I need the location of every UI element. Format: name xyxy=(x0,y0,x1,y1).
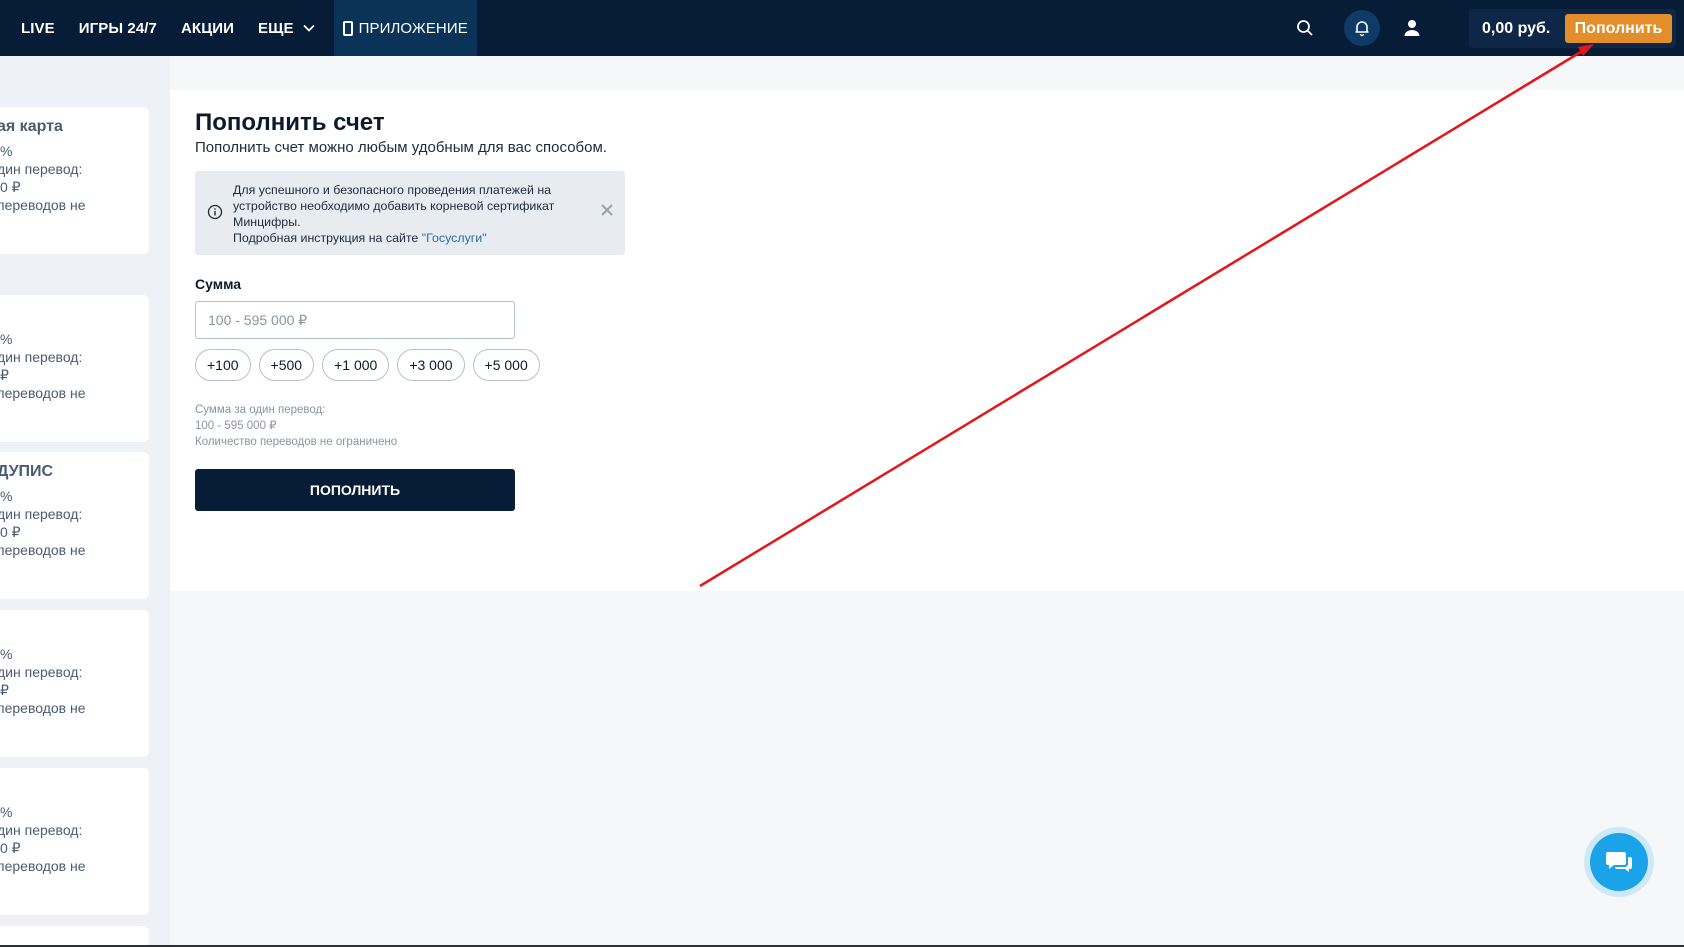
support-chat-button[interactable] xyxy=(1584,827,1654,897)
notice-line: Для успешного и безопасного проведения п… xyxy=(233,183,555,229)
payment-method-fee: % xyxy=(0,488,13,504)
nav-promotions[interactable]: АКЦИИ xyxy=(169,0,246,56)
quick-amount-chip[interactable]: +3 000 xyxy=(397,349,465,381)
nav-more[interactable]: ЕЩЕ xyxy=(246,0,328,56)
notice-text: Для успешного и безопасного проведения п… xyxy=(233,182,573,246)
search-icon xyxy=(1297,20,1313,36)
payment-method-card[interactable]: ая карта % дин перевод: 0 ₽ переводов не xyxy=(0,107,149,254)
payment-method-limit: ₽ xyxy=(0,682,9,698)
payment-method-limit: ₽ xyxy=(0,367,9,383)
payment-method-card[interactable]: % дин перевод: ₽ переводов не xyxy=(0,610,149,757)
top-navigation-bar: LIVE ИГРЫ 24/7 АКЦИИ ЕЩЕ ПРИЛОЖЕНИЕ 0,00… xyxy=(0,0,1684,56)
payment-method-fee: % xyxy=(0,804,13,820)
chevron-down-icon xyxy=(302,24,315,32)
payment-method-fee: % xyxy=(0,331,13,347)
quick-amount-chip[interactable]: +100 xyxy=(195,349,251,381)
nav-games[interactable]: ИГРЫ 24/7 xyxy=(67,0,169,56)
payment-method-card[interactable]: % дин перевод: 0 ₽ переводов не xyxy=(0,768,149,915)
main-nav: LIVE ИГРЫ 24/7 АКЦИИ ЕЩЕ ПРИЛОЖЕНИЕ xyxy=(0,0,477,56)
limit-range: 100 - 595 000 ₽ xyxy=(195,420,277,432)
deposit-submit-button[interactable]: ПОПОЛНИТЬ xyxy=(195,469,515,511)
quick-amount-chip[interactable]: +5 000 xyxy=(472,349,540,381)
balance-widget: 0,00 руб. Пополнить xyxy=(1469,9,1676,48)
payment-method-limit: 0 ₽ xyxy=(0,840,21,856)
quick-amount-chip[interactable]: +1 000 xyxy=(322,349,390,381)
transfer-limits: Сумма за один перевод: 100 - 595 000 ₽ К… xyxy=(195,402,397,450)
payment-method-fee: % xyxy=(0,646,13,662)
payment-method-card[interactable] xyxy=(0,926,149,947)
payment-method-count: переводов не xyxy=(0,385,86,401)
header-topup-button[interactable]: Пополнить xyxy=(1565,14,1672,43)
payment-method-title: ая карта xyxy=(0,118,63,135)
limit-per-transfer-label: Сумма за один перевод: xyxy=(195,404,326,416)
payment-method-count: переводов не xyxy=(0,858,86,874)
payment-method-limit-label: дин перевод: xyxy=(0,664,83,680)
info-icon xyxy=(207,204,223,220)
close-icon[interactable] xyxy=(600,203,614,217)
quick-amount-chips: +100 +500 +1 000 +3 000 +5 000 xyxy=(195,349,540,381)
deposit-panel xyxy=(170,90,1684,591)
chat-icon xyxy=(1606,852,1632,872)
chat-button-inner xyxy=(1590,833,1648,891)
payment-method-title: ДУПИС xyxy=(0,463,54,480)
payment-method-limit-label: дин перевод: xyxy=(0,506,83,522)
payment-method-card[interactable]: % дин перевод: ₽ переводов не xyxy=(0,295,149,442)
payment-method-limit: 0 ₽ xyxy=(0,179,21,195)
profile-button[interactable] xyxy=(1398,14,1426,42)
payment-method-count: переводов не xyxy=(0,197,86,213)
payment-method-count: переводов не xyxy=(0,542,86,558)
nav-app-label: ПРИЛОЖЕНИЕ xyxy=(358,19,468,37)
balance-amount: 0,00 руб. xyxy=(1482,20,1551,37)
page-subtitle: Пополнить счет можно любым удобным для в… xyxy=(195,139,607,156)
payment-method-count: переводов не xyxy=(0,700,86,716)
limit-count: Количество переводов не ограничено xyxy=(195,436,398,448)
payment-method-limit: 0 ₽ xyxy=(0,524,21,540)
gosuslugi-link[interactable]: "Госуслуги" xyxy=(422,231,487,245)
amount-label: Сумма xyxy=(195,276,242,292)
phone-icon xyxy=(342,20,353,36)
payment-method-card[interactable]: ДУПИС % дин перевод: 0 ₽ переводов не xyxy=(0,452,149,599)
nav-app[interactable]: ПРИЛОЖЕНИЕ xyxy=(333,0,477,56)
amount-input[interactable] xyxy=(195,301,515,339)
certificate-notice: Для успешного и безопасного проведения п… xyxy=(195,171,625,255)
quick-amount-chip[interactable]: +500 xyxy=(258,349,315,381)
notifications-button[interactable] xyxy=(1344,10,1380,46)
nav-live[interactable]: LIVE xyxy=(0,0,67,56)
payment-method-fee: % xyxy=(0,143,13,159)
bell-icon xyxy=(1355,21,1369,37)
page-title: Пополнить счет xyxy=(195,109,385,136)
payment-method-limit-label: дин перевод: xyxy=(0,349,83,365)
search-button[interactable] xyxy=(1291,14,1319,42)
payment-method-limit-label: дин перевод: xyxy=(0,161,83,177)
nav-more-label: ЕЩЕ xyxy=(258,19,294,37)
payment-method-limit-label: дин перевод: xyxy=(0,822,83,838)
notice-instruction: Подробная инструкция на сайте xyxy=(233,231,422,245)
user-icon xyxy=(1404,20,1420,36)
